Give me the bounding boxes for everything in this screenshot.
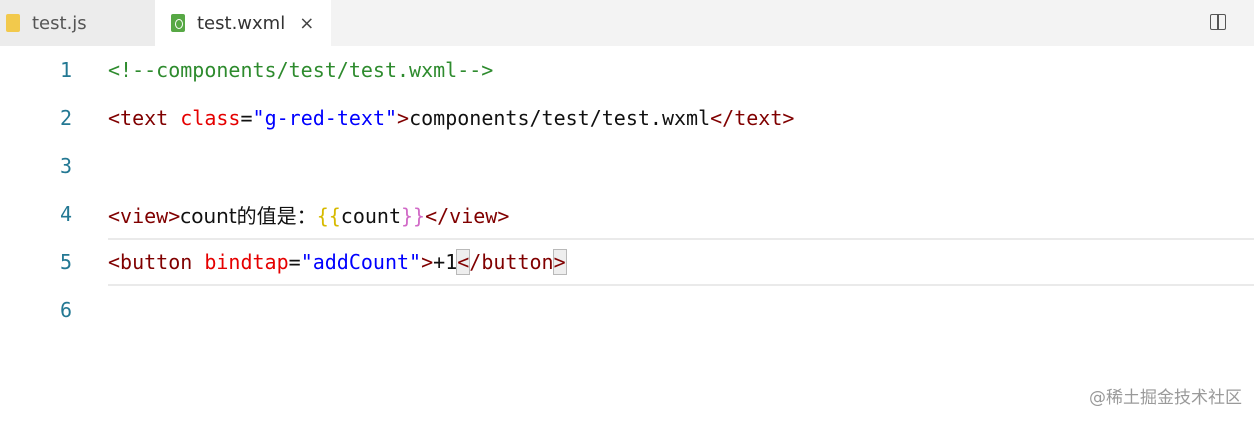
code-line-4: 4 <view>count的值是：{{count}}</view>	[0, 190, 1254, 238]
tag-token: >	[421, 250, 434, 274]
string-token: "g-red-text"	[252, 106, 398, 130]
tag-token: </view>	[425, 203, 510, 228]
line-number: 3	[59, 154, 72, 178]
tag-token: /button	[469, 250, 554, 274]
text-token: components/test/test.wxml	[409, 106, 711, 130]
comment-token: <!--components/test/test.wxml-->	[108, 58, 494, 82]
string-token: "addCount"	[300, 250, 422, 274]
variable-token: count	[340, 203, 401, 228]
code-line-6: 6	[0, 286, 1254, 334]
split-editor-icon[interactable]	[1210, 14, 1226, 30]
tag-token: <view>	[108, 203, 181, 228]
attribute-token: class	[180, 106, 241, 130]
code-line-2: 2 <text class="g-red-text">components/te…	[0, 94, 1254, 142]
tag-token: <button	[108, 250, 193, 274]
brace-token: }}	[401, 203, 426, 228]
code-editor[interactable]: 1 <!--components/test/test.wxml--> 2 <te…	[0, 46, 1254, 422]
code-line-3: 3	[0, 142, 1254, 190]
attribute-token: bindtap	[204, 250, 289, 274]
line-number: 2	[59, 106, 72, 130]
tab-label: test.js	[32, 12, 87, 34]
tab-bar: test.js test.wxml ×	[0, 0, 1254, 46]
bracket-match-highlight: <	[456, 249, 471, 275]
equals-token: =	[240, 106, 253, 130]
line-number: 5	[59, 250, 72, 274]
code-content: <text class="g-red-text">components/test…	[108, 106, 794, 130]
equals-token: =	[288, 250, 301, 274]
tag-token: </text>	[710, 106, 795, 130]
watermark: @稀土掘金技术社区	[1089, 388, 1242, 408]
line-number: 1	[59, 58, 72, 82]
line-number: 6	[59, 298, 72, 322]
js-file-icon	[6, 14, 20, 32]
tab-label: test.wxml	[197, 12, 286, 34]
tab-test-wxml[interactable]: test.wxml ×	[155, 0, 331, 46]
code-content: <view>count的值是：{{count}}</view>	[108, 200, 509, 229]
bracket-match-highlight: >	[552, 249, 567, 275]
close-tab-button[interactable]: ×	[299, 13, 314, 34]
brace-token: {{	[316, 203, 341, 228]
line-number: 4	[59, 202, 72, 226]
text-token: +1	[433, 250, 458, 274]
code-line-1: 1 <!--components/test/test.wxml-->	[0, 46, 1254, 94]
wxml-file-icon	[171, 14, 185, 32]
text-token: count的值是：	[180, 203, 317, 228]
code-line-5: 5 <button bindtap="addCount">+1</button>	[0, 238, 1254, 286]
code-content: <button bindtap="addCount">+1</button>	[108, 249, 567, 275]
tab-test-js[interactable]: test.js	[0, 0, 155, 46]
code-content: <!--components/test/test.wxml-->	[108, 58, 493, 82]
tag-token: >	[397, 106, 410, 130]
tag-token: <text	[108, 106, 169, 130]
